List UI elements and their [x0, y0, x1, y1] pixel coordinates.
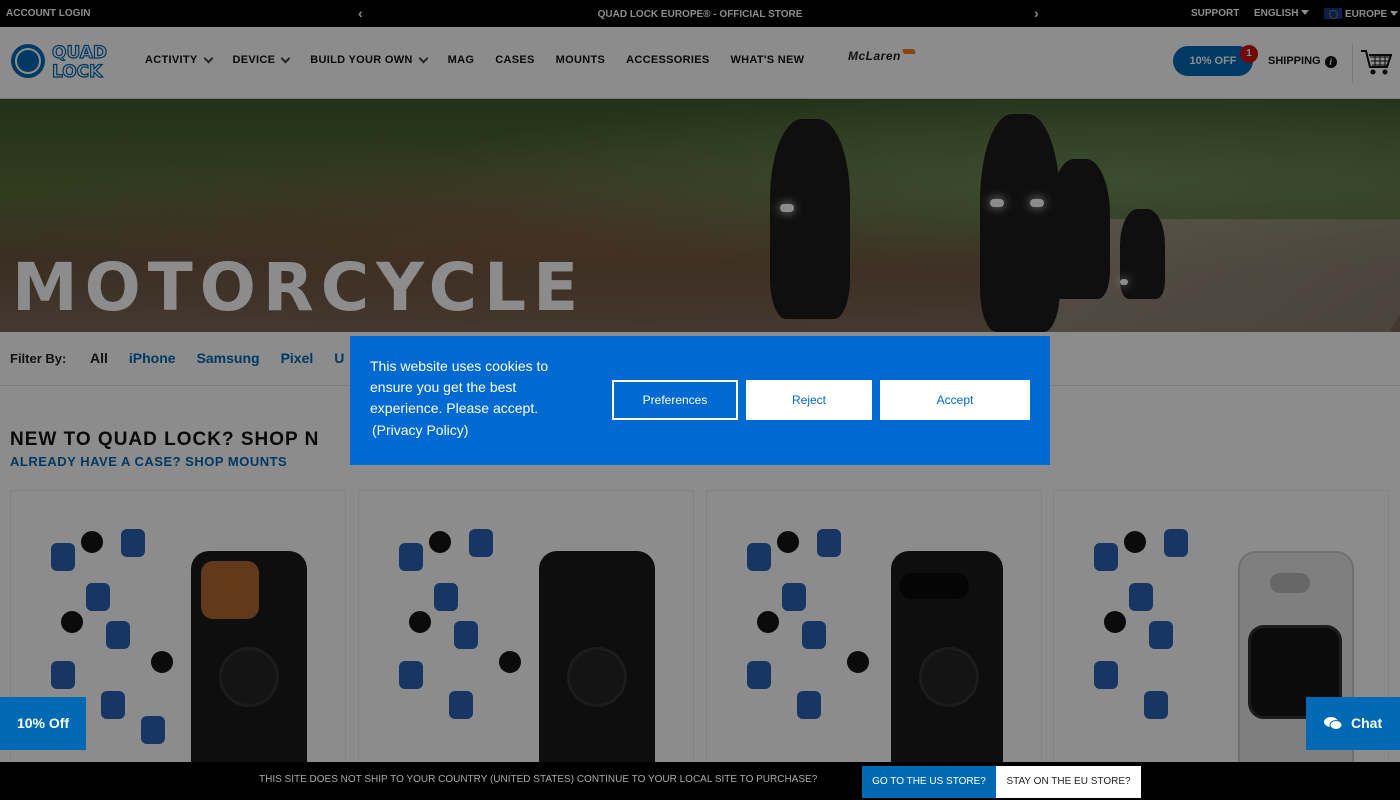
cookie-accept-button[interactable]: Accept — [880, 380, 1030, 420]
cookie-reject-button[interactable]: Reject — [746, 380, 872, 420]
privacy-policy-link[interactable]: (Privacy Policy) — [372, 422, 468, 438]
stay-on-eu-store-button[interactable]: STAY ON THE EU STORE? — [996, 766, 1141, 798]
chat-label: Chat — [1351, 715, 1383, 731]
cookie-message: This website uses cookies to ensure you … — [370, 358, 549, 416]
cookie-preferences-button[interactable]: Preferences — [612, 380, 738, 420]
chat-bubbles-icon — [1324, 717, 1342, 730]
cookie-consent-banner: This website uses cookies to ensure you … — [350, 336, 1050, 465]
discount-side-button[interactable]: 10% Off — [0, 697, 86, 750]
geo-redirect-message: THIS SITE DOES NOT SHIP TO YOUR COUNTRY … — [259, 774, 818, 785]
page: ACCOUNT LOGIN ‹ QUAD LOCK EUROPE® - OFFI… — [0, 0, 1400, 800]
geo-redirect-bar: THIS SITE DOES NOT SHIP TO YOUR COUNTRY … — [0, 762, 1400, 800]
go-to-us-store-button[interactable]: GO TO THE US STORE? — [862, 766, 996, 798]
chat-button[interactable]: Chat — [1306, 697, 1400, 750]
